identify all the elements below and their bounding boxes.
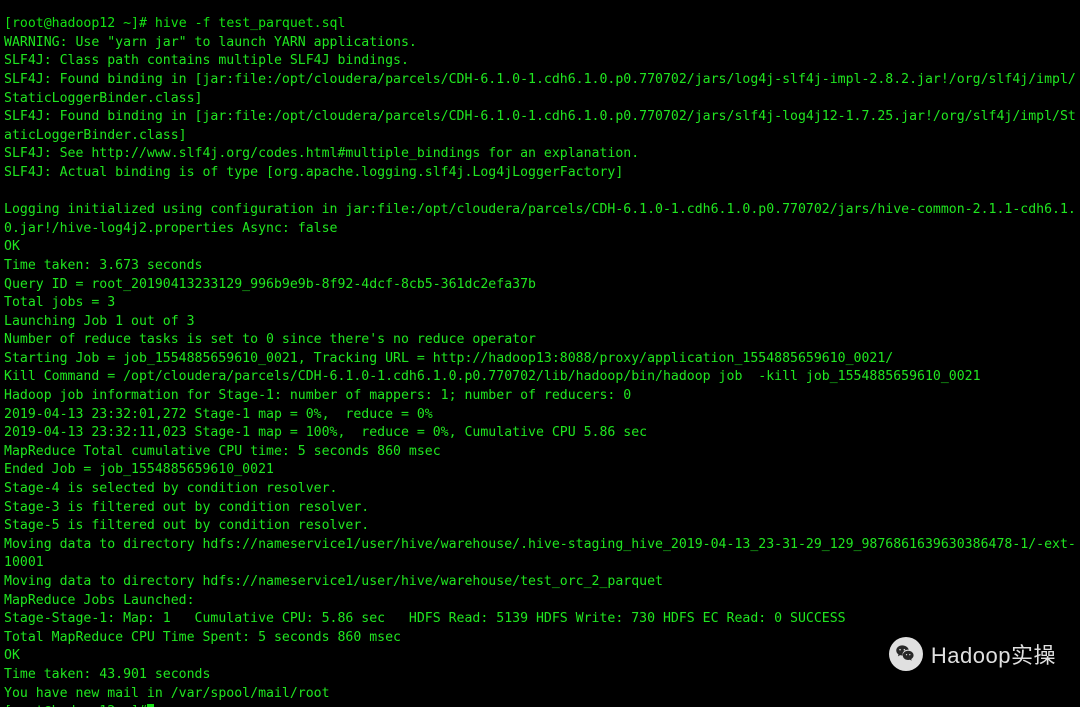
command: hive -f test_parquet.sql: [147, 16, 346, 31]
output-line: Ended Job = job_1554885659610_0021: [4, 462, 274, 477]
output-line: MapReduce Jobs Launched:: [4, 593, 195, 608]
output-line: Stage-Stage-1: Map: 1 Cumulative CPU: 5.…: [4, 611, 846, 626]
output-line: OK: [4, 648, 20, 663]
output-line: Query ID = root_20190413233129_996b9e9b-…: [4, 277, 536, 292]
output-line: Moving data to directory hdfs://nameserv…: [4, 574, 663, 589]
output-line: SLF4J: Found binding in [jar:file:/opt/c…: [4, 109, 1076, 143]
output-line: Total MapReduce CPU Time Spent: 5 second…: [4, 630, 401, 645]
prompt-hash: #: [139, 16, 147, 31]
output-line: Time taken: 3.673 seconds: [4, 258, 203, 273]
output-line: Stage-5 is filtered out by condition res…: [4, 518, 369, 533]
output-line: You have new mail in /var/spool/mail/roo…: [4, 686, 330, 701]
output-line: Starting Job = job_1554885659610_0021, T…: [4, 351, 893, 366]
output-line: Kill Command = /opt/cloudera/parcels/CDH…: [4, 369, 981, 384]
output-line: Stage-4 is selected by condition resolve…: [4, 481, 337, 496]
output-line: SLF4J: Class path contains multiple SLF4…: [4, 53, 409, 68]
output-line: 2019-04-13 23:32:01,272 Stage-1 map = 0%…: [4, 407, 433, 422]
output-line: OK: [4, 239, 20, 254]
output-line: SLF4J: Actual binding is of type [org.ap…: [4, 165, 623, 180]
output-line: SLF4J: Found binding in [jar:file:/opt/c…: [4, 72, 1076, 106]
output-line: Launching Job 1 out of 3: [4, 314, 195, 329]
prompt-user: [root@hadoop12 ~]: [4, 16, 139, 31]
output-line: WARNING: Use "yarn jar" to launch YARN a…: [4, 35, 417, 50]
terminal[interactable]: [root@hadoop12 ~]# hive -f test_parquet.…: [0, 13, 1080, 707]
prompt-line-1: [root@hadoop12 ~]# hive -f test_parquet.…: [4, 16, 345, 31]
output-line: SLF4J: See http://www.slf4j.org/codes.ht…: [4, 146, 639, 161]
output-line: 2019-04-13 23:32:11,023 Stage-1 map = 10…: [4, 425, 647, 440]
output-line: Logging initialized using configuration …: [4, 202, 1076, 236]
output-line: Moving data to directory hdfs://nameserv…: [4, 537, 1076, 571]
output-line: Total jobs = 3: [4, 295, 115, 310]
output-line: Number of reduce tasks is set to 0 since…: [4, 332, 536, 347]
output-line: MapReduce Total cumulative CPU time: 5 s…: [4, 444, 441, 459]
output-line: Stage-3 is filtered out by condition res…: [4, 500, 369, 515]
output-line: Hadoop job information for Stage-1: numb…: [4, 388, 631, 403]
output-line: Time taken: 43.901 seconds: [4, 667, 210, 682]
